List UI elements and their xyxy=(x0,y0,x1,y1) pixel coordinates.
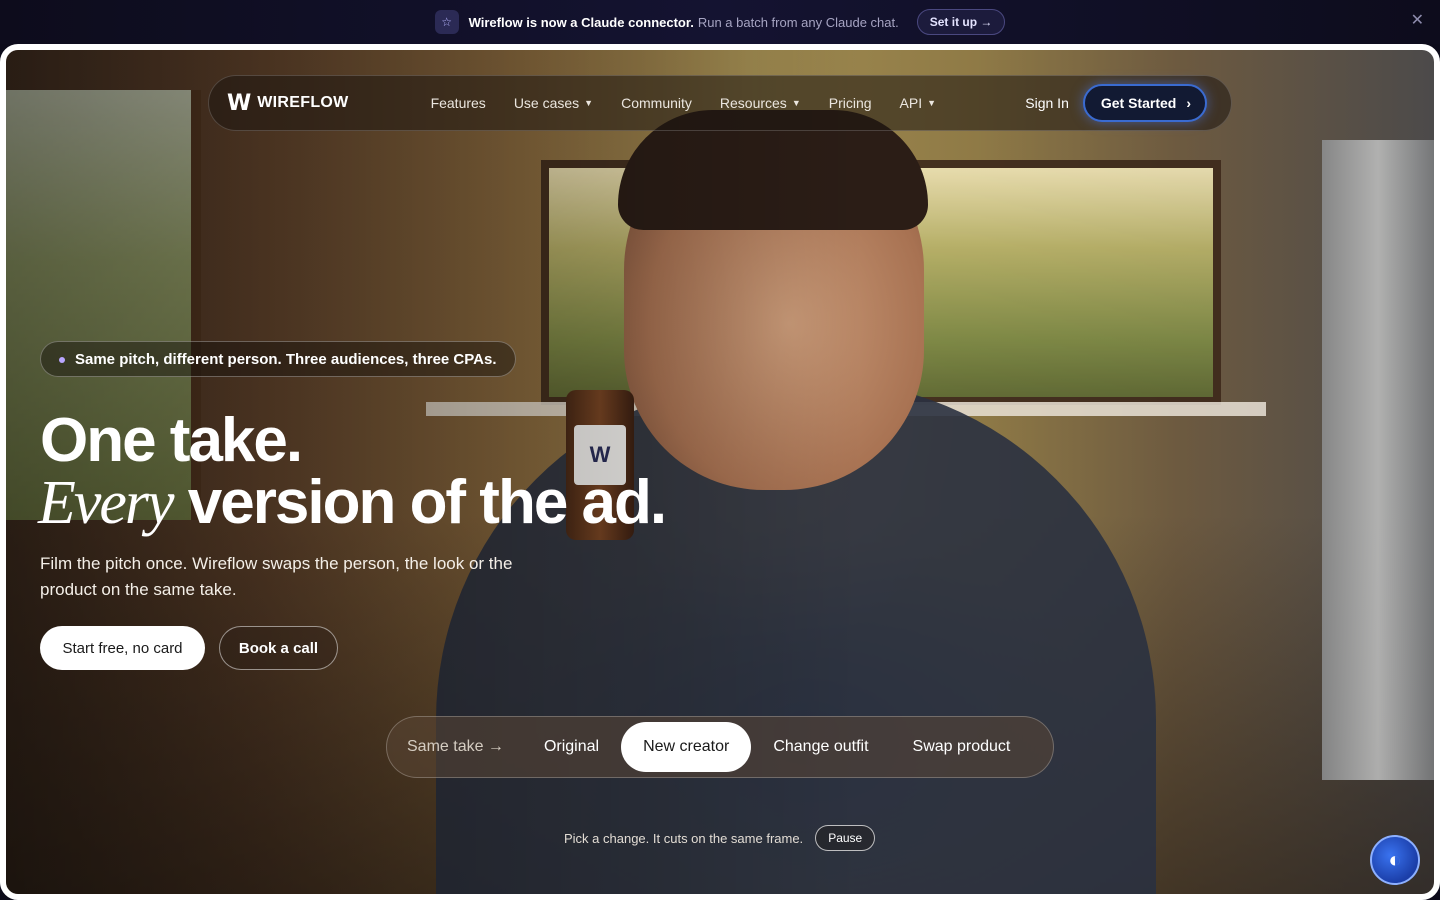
hero-section: W W WIREFLOW Features Use cases ▼ Communi… xyxy=(0,44,1440,900)
nav-link-use-cases[interactable]: Use cases ▼ xyxy=(514,95,593,111)
headline-italic: Every xyxy=(38,469,175,537)
switcher-option-original[interactable]: Original xyxy=(522,722,621,772)
chevron-right-icon: › xyxy=(1186,95,1191,111)
nav-link-pricing[interactable]: Pricing xyxy=(829,95,872,111)
hero-tagline-pill: Same pitch, different person. Three audi… xyxy=(40,341,516,377)
get-started-label: Get Started xyxy=(1100,95,1177,111)
sign-in-link[interactable]: Sign In xyxy=(1025,95,1069,111)
setup-button[interactable]: Set it up → xyxy=(916,9,1006,35)
nav-link-label: Features xyxy=(430,95,486,111)
chevron-down-icon: ▼ xyxy=(927,98,937,108)
chevron-down-icon: ▼ xyxy=(584,98,594,108)
nav-link-label: Resources xyxy=(719,95,787,111)
announcement-rest: Run a batch from any Claude chat. xyxy=(697,14,899,30)
nav-link-label: Use cases xyxy=(513,95,580,111)
variant-switcher: Same take → Original New creator Change … xyxy=(386,716,1054,778)
star-icon: ☆ xyxy=(434,10,459,34)
get-started-button[interactable]: Get Started › xyxy=(1082,84,1207,122)
hero-subcopy: Film the pitch once. Wireflow swaps the … xyxy=(40,554,513,599)
hint-text: Pick a change. It cuts on the same frame… xyxy=(564,830,804,846)
close-icon[interactable]: ✕ xyxy=(1411,12,1424,30)
logo[interactable]: W WIREFLOW xyxy=(227,91,349,116)
nav-link-label: API xyxy=(899,95,923,111)
nav-links: Features Use cases ▼ Community Resources ▼… xyxy=(431,95,936,111)
nav-link-community[interactable]: Community xyxy=(621,95,692,111)
logo-text: WIREFLOW xyxy=(257,94,349,111)
pill-dot-icon xyxy=(59,357,65,363)
book-call-button[interactable]: Book a call xyxy=(219,626,338,670)
nav-link-label: Pricing xyxy=(828,95,872,111)
switcher-label: Same take → xyxy=(407,738,504,755)
headline-rest: version of the ad. xyxy=(187,468,667,537)
hero-tagline: Same pitch, different person. Three audi… xyxy=(75,350,497,368)
switcher-option-change-outfit[interactable]: Change outfit xyxy=(751,722,890,772)
main-nav: W WIREFLOW Features Use cases ▼ Community… xyxy=(208,75,1232,131)
start-free-button[interactable]: Start free, no card xyxy=(40,626,205,670)
nav-link-label: Community xyxy=(621,95,692,111)
logo-mark: W xyxy=(227,90,251,116)
pause-button[interactable]: Pause xyxy=(815,825,876,851)
switcher-option-swap-product[interactable]: Swap product xyxy=(891,722,1033,772)
headline-line-2: Every version of the ad. xyxy=(38,467,667,539)
announcement-strong: Wireflow is now a Claude connector. xyxy=(468,14,694,30)
switcher-option-new-creator[interactable]: New creator xyxy=(621,722,752,772)
nav-link-api[interactable]: API ▼ xyxy=(900,95,937,111)
announcement-text: Wireflow is now a Claude connector. Run a… xyxy=(469,15,899,30)
switcher-hint: Pick a change. It cuts on the same frame… xyxy=(564,825,876,851)
chat-assistant-icon[interactable]: ◐ xyxy=(1370,835,1420,885)
nav-link-features[interactable]: Features xyxy=(431,95,486,111)
nav-link-resources[interactable]: Resources ▼ xyxy=(720,95,801,111)
nav-actions: Sign In Get Started › xyxy=(1025,84,1207,122)
chevron-down-icon: ▼ xyxy=(791,98,801,108)
announcement-bar: ☆ Wireflow is now a Claude connector. Run… xyxy=(0,0,1440,44)
